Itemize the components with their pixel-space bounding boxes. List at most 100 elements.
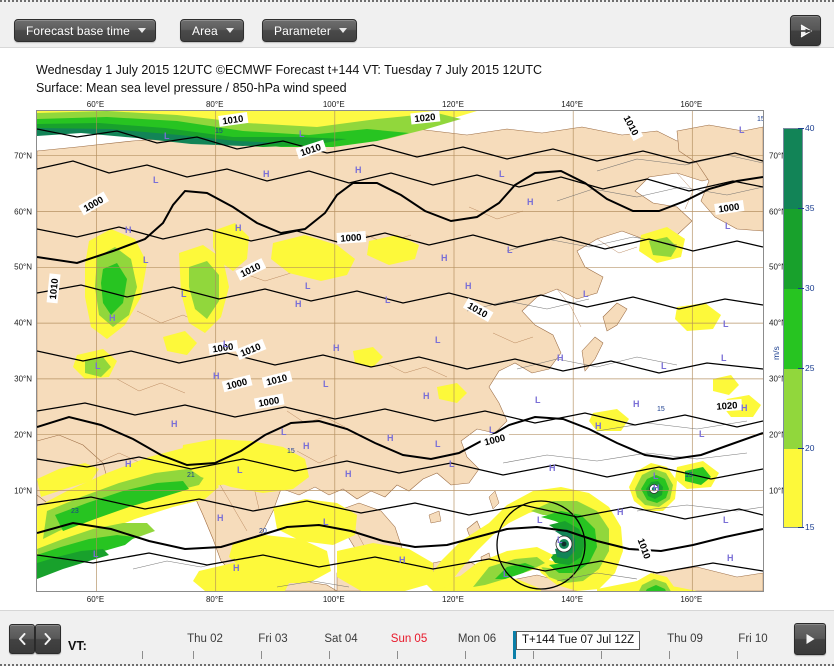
svg-text:L: L — [449, 459, 455, 469]
svg-text:L: L — [299, 129, 305, 139]
svg-text:H: H — [295, 299, 302, 309]
lon-label-bottom-60e: 60°E — [86, 595, 105, 604]
svg-text:15: 15 — [287, 448, 295, 455]
chart-title-line2: Surface: Mean sea level pressure / 850-h… — [36, 80, 347, 95]
map-container[interactable]: 1010 1020 1010 1010 1000 1000 1000 1010 … — [14, 100, 787, 604]
lon-label-top-100e: 100°E — [322, 100, 345, 109]
svg-text:L: L — [181, 289, 187, 299]
svg-text:L: L — [323, 379, 329, 389]
svg-text:H: H — [109, 313, 116, 323]
timeline-tick — [533, 651, 534, 659]
svg-text:L: L — [95, 361, 101, 371]
svg-text:L: L — [435, 439, 441, 449]
timeline-label-thu-02[interactable]: Thu 02 — [187, 633, 223, 645]
svg-text:H: H — [441, 253, 448, 263]
previous-step-button[interactable] — [9, 624, 35, 654]
svg-text:H: H — [125, 225, 132, 235]
timeline-label-mon-06[interactable]: Mon 06 — [458, 633, 496, 645]
svg-text:H: H — [423, 391, 430, 401]
timeline-tick — [329, 651, 330, 659]
lat-label-left-20n: 20°N — [14, 430, 32, 440]
chevron-down-icon — [338, 28, 347, 33]
colorbar-band-25-30 — [784, 289, 802, 369]
svg-text:21: 21 — [187, 472, 195, 479]
svg-text:L: L — [725, 221, 731, 231]
timeline-bar: VT: Thu 02 Fri 03 Sat 04 Sun 05 Mon 06 T… — [0, 610, 834, 666]
svg-text:L: L — [723, 515, 729, 525]
svg-text:H: H — [217, 513, 224, 523]
svg-text:20: 20 — [259, 528, 267, 535]
forecast-base-time-menu-button[interactable]: Forecast base time — [14, 19, 156, 42]
svg-text:H: H — [527, 197, 534, 207]
svg-text:L: L — [499, 169, 505, 179]
svg-text:L: L — [237, 465, 243, 475]
forecast-base-time-label: Forecast base time — [26, 23, 130, 38]
svg-text:15: 15 — [215, 128, 223, 135]
timeline-label-fri-03[interactable]: Fri 03 — [258, 633, 287, 645]
area-label: Area — [192, 23, 218, 38]
svg-text:L: L — [721, 353, 727, 363]
svg-text:15: 15 — [657, 406, 665, 413]
timeline-tick — [193, 651, 194, 659]
timeline-label-thu-09[interactable]: Thu 09 — [667, 633, 703, 645]
svg-text:H: H — [727, 553, 734, 563]
svg-text:H: H — [595, 421, 602, 431]
lon-label-bottom-80e: 80°E — [205, 595, 224, 604]
chevron-right-icon — [44, 633, 51, 645]
lon-label-bottom-100e: 100°E — [322, 595, 345, 604]
colorbar-tick-20: 20 — [797, 443, 815, 453]
lon-label-bottom-140e: 140°E — [561, 595, 584, 604]
svg-text:23: 23 — [71, 508, 79, 515]
vt-label: VT: — [68, 639, 87, 653]
svg-text:H: H — [355, 165, 362, 175]
svg-text:H: H — [235, 223, 242, 233]
svg-text:L: L — [435, 335, 441, 345]
svg-text:L: L — [281, 427, 287, 437]
svg-text:H: H — [387, 433, 394, 443]
svg-text:L: L — [557, 535, 563, 545]
lon-label-bottom-160e: 160°E — [680, 595, 703, 604]
chevron-left-icon — [19, 633, 26, 645]
svg-text:H: H — [171, 419, 178, 429]
top-toolbar: Forecast base time Area Parameter — [0, 0, 834, 48]
svg-text:L: L — [583, 289, 589, 299]
svg-text:H: H — [653, 483, 660, 493]
svg-text:H: H — [549, 463, 556, 473]
share-button[interactable] — [790, 15, 821, 46]
timeline-track[interactable]: Thu 02 Fri 03 Sat 04 Sun 05 Mon 06 Thu 0… — [110, 611, 780, 667]
colorbar-gradient — [783, 128, 803, 528]
map-plot-area[interactable]: 1010 1020 1010 1010 1000 1000 1000 1010 … — [36, 110, 764, 592]
colorbar-band-20-25 — [784, 369, 802, 449]
svg-text:L: L — [323, 517, 329, 527]
current-step-readout[interactable]: T+144 Tue 07 Jul 12Z — [516, 631, 641, 650]
colorbar-band-15-20 — [784, 449, 802, 527]
colorbar-band-35-40 — [784, 129, 802, 209]
timeline-tick — [737, 651, 738, 659]
svg-text:L: L — [699, 429, 705, 439]
play-animation-button[interactable] — [794, 623, 826, 655]
svg-text:L: L — [223, 339, 229, 349]
lon-label-top-80e: 80°E — [205, 100, 224, 109]
svg-text:L: L — [489, 425, 495, 435]
weather-map-svg: 1010 1020 1010 1010 1000 1000 1000 1010 … — [37, 111, 763, 591]
svg-text:L: L — [93, 549, 99, 559]
svg-text:L: L — [164, 131, 170, 141]
timeline-label-fri-10[interactable]: Fri 10 — [738, 633, 767, 645]
colorbar-tick-40: 40 — [797, 123, 815, 133]
lon-label-top-160e: 160°E — [680, 100, 703, 109]
svg-text:L: L — [143, 255, 149, 265]
area-menu-button[interactable]: Area — [180, 19, 244, 42]
svg-text:L: L — [537, 515, 543, 525]
lat-label-left-30n: 30°N — [14, 374, 32, 384]
timeline-tick — [601, 651, 602, 659]
timeline-label-sun-05[interactable]: Sun 05 — [391, 633, 427, 645]
play-icon — [806, 634, 815, 644]
colorbar-unit-label: m/s — [771, 346, 781, 360]
timeline-label-sat-04[interactable]: Sat 04 — [324, 633, 357, 645]
next-step-button[interactable] — [35, 624, 61, 654]
ecmwf-chart-viewer: Forecast base time Area Parameter Wednes… — [0, 0, 834, 666]
parameter-menu-button[interactable]: Parameter — [262, 19, 357, 42]
svg-text:H: H — [263, 169, 270, 179]
svg-text:H: H — [345, 469, 352, 479]
chevron-down-icon — [225, 28, 234, 33]
